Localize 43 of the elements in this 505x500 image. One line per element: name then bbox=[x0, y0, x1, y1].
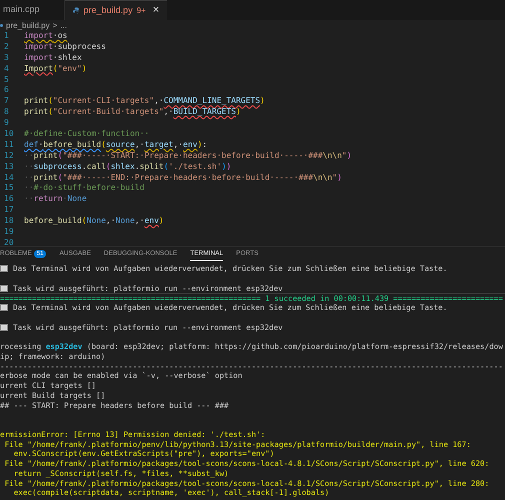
line-number: 10 bbox=[3, 129, 15, 140]
line-number: 14 bbox=[3, 172, 15, 184]
line-number: 15 bbox=[3, 183, 15, 194]
code-line: import·os bbox=[24, 31, 68, 42]
line-number: 17 bbox=[3, 205, 15, 216]
code-line: ··print("###·----·END:·Prepare·headers·before·build·----·###\n\n") bbox=[24, 172, 342, 184]
close-icon[interactable]: × bbox=[152, 2, 160, 19]
chevron-icon: > bbox=[52, 22, 58, 30]
code-line: import·subprocess bbox=[24, 42, 106, 53]
code-line: def·before_build(source,·target,·env): bbox=[24, 140, 208, 151]
code-line: print("Current·CLI·targets",·COMMAND_LINE_TARGETS) bbox=[24, 96, 265, 108]
line-number: 9 bbox=[3, 118, 10, 130]
line-number: 8 bbox=[3, 107, 10, 118]
line-number: 3 bbox=[3, 52, 10, 64]
line-number: 16 bbox=[3, 194, 15, 206]
line-number: 6 bbox=[3, 85, 10, 96]
task-marker-icon bbox=[0, 304, 8, 312]
code-line: #·define·Custom·function·· bbox=[24, 129, 150, 140]
breadcrumb-item[interactable]: ... bbox=[60, 22, 67, 30]
code-line: print("Current·Build·targets",·BUILD_TARGETS) bbox=[24, 107, 241, 118]
line-number: 5 bbox=[3, 74, 10, 86]
line-number: 13 bbox=[3, 162, 15, 173]
code-line: Import("env") bbox=[24, 64, 87, 75]
line-number: 20 bbox=[3, 238, 15, 249]
line-number: 7 bbox=[3, 96, 10, 108]
code-line: import·shlex bbox=[24, 52, 82, 64]
code-line: before_build(None,·None,·env) bbox=[24, 216, 164, 228]
line-number: 11 bbox=[3, 140, 15, 151]
code-line: ··return·None bbox=[24, 194, 87, 206]
task-marker-icon bbox=[0, 265, 8, 272]
editor-tab[interactable]: pre_build.py 9+ × bbox=[64, 0, 168, 20]
task-marker-icon bbox=[0, 324, 8, 331]
task-marker-icon bbox=[0, 284, 8, 292]
line-number: 4 bbox=[3, 64, 10, 75]
line-number: 12 bbox=[3, 150, 15, 162]
line-number: 18 bbox=[3, 216, 15, 228]
line-number: 19 bbox=[3, 227, 15, 238]
code-line: ··subprocess.call(shlex.split('./test.sh')) bbox=[24, 162, 232, 173]
breadcrumb-item[interactable]: pre_build.py bbox=[6, 22, 50, 30]
line-number: 2 bbox=[3, 42, 10, 53]
code-line: ··print("###·----·START:·Prepare·headers·before·build·----·###\n\n") bbox=[24, 150, 352, 162]
line-number: 1 bbox=[3, 31, 10, 42]
code-line: ··#·do·stuff·before·build bbox=[24, 183, 144, 194]
